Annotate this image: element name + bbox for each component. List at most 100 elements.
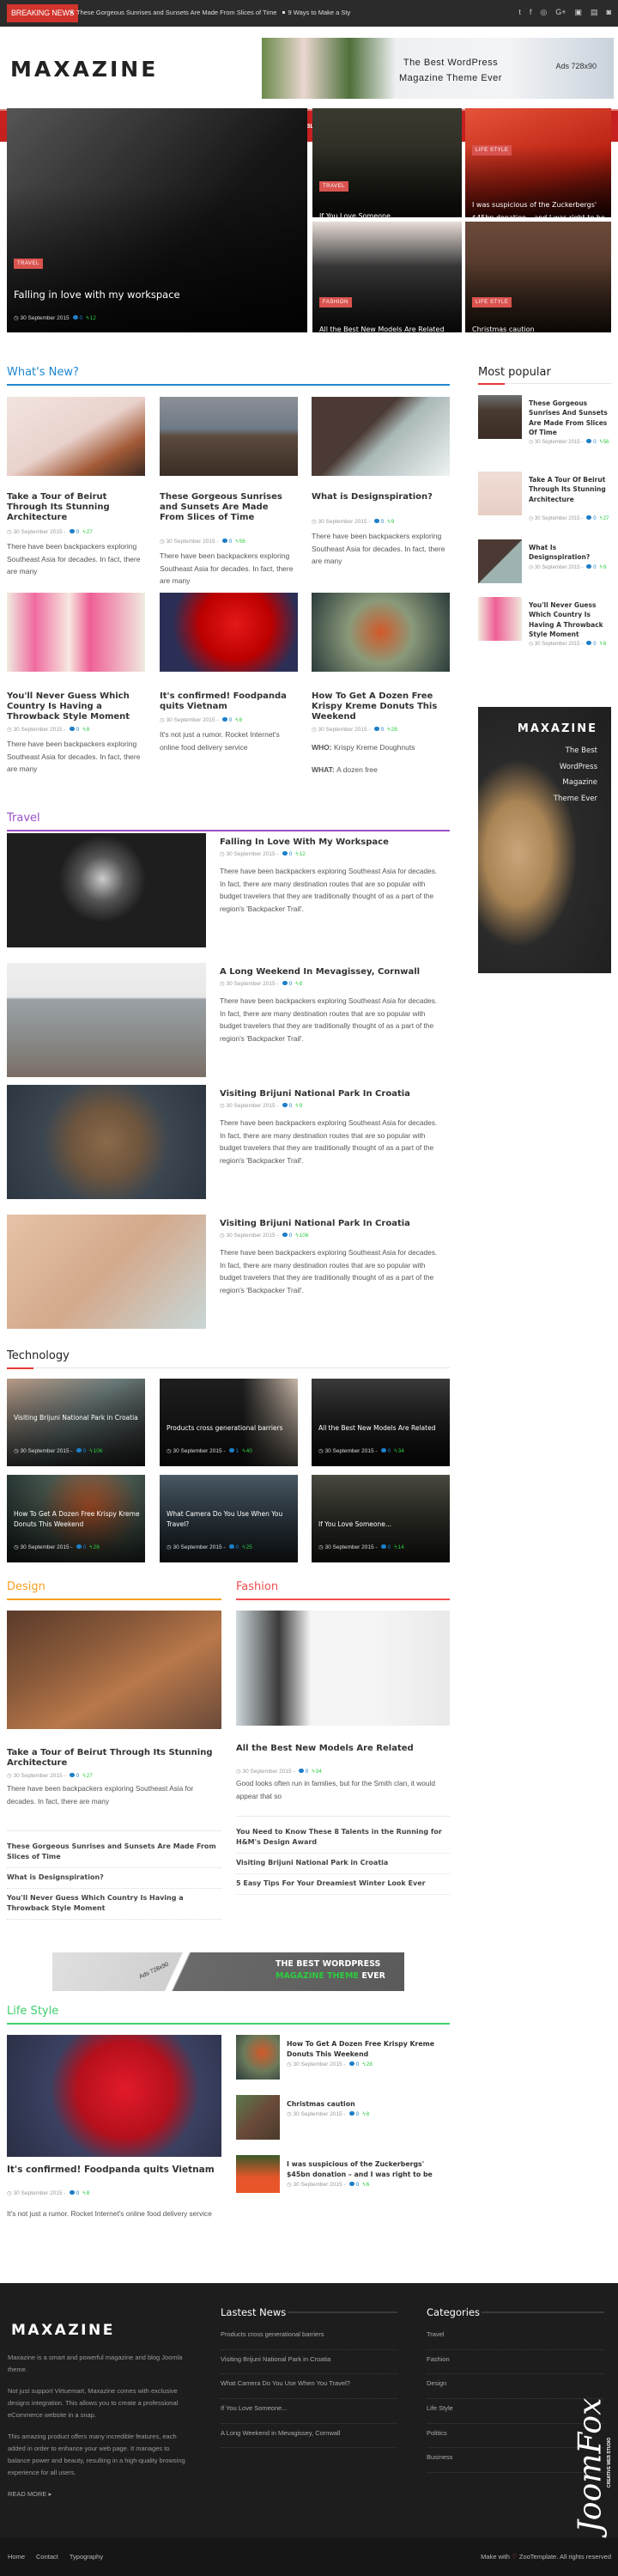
post-title[interactable]: I was suspicious of the Zuckerbergs' $45… <box>287 2159 448 2179</box>
linkedin-icon[interactable]: ▣ <box>575 8 583 17</box>
related-link[interactable]: What is Designspiration? <box>7 1868 221 1889</box>
post-title[interactable]: Christmas caution <box>287 2099 448 2110</box>
facebook-icon[interactable]: f <box>530 8 532 17</box>
category-link[interactable]: Fashion <box>427 2350 604 2375</box>
post-title[interactable]: These Gorgeous Sunrises and Sunsets Are … <box>160 492 295 523</box>
google-plus-icon[interactable]: G+ <box>555 8 566 17</box>
comment-count[interactable]: 0 <box>289 981 293 987</box>
comment-count[interactable]: 0 <box>593 516 596 521</box>
technology-post[interactable]: Visiting Brijuni National Park in Croati… <box>7 1379 145 1466</box>
comment-count[interactable]: 0 <box>83 1544 87 1550</box>
post-thumbnail[interactable] <box>312 593 450 672</box>
post-thumbnail[interactable] <box>236 1611 450 1726</box>
popular-title[interactable]: What Is Designspiration? <box>529 543 608 563</box>
latest-news-link[interactable]: If You Love Someone... <box>221 2399 397 2424</box>
post-thumbnail[interactable] <box>7 833 206 947</box>
post-thumbnail[interactable] <box>160 593 298 672</box>
featured-post[interactable]: TRAVELIf You Love Someone...◷ 30 Septemb… <box>312 108 462 217</box>
footer-link-home[interactable]: Home <box>8 2553 25 2561</box>
post-title[interactable]: How To Get A Dozen Free Krispy Kreme Don… <box>14 1509 142 1529</box>
featured-post[interactable]: FASHION All the Best New Models Are Relat… <box>312 222 462 332</box>
comment-count[interactable]: 0 <box>593 565 596 570</box>
footer-link-typography[interactable]: Typography <box>70 2553 103 2561</box>
popular-title[interactable]: Take A Tour Of Beirut Through Its Stunni… <box>529 475 608 504</box>
related-link[interactable]: These Gorgeous Sunrises and Sunsets Are … <box>7 1837 221 1868</box>
post-title[interactable]: What is Designspiration? <box>312 492 447 502</box>
featured-post[interactable]: LIFE STYLE I was suspicious of the Zucker… <box>465 108 611 217</box>
post-title[interactable]: What Camera Do You Use When You Travel? <box>167 1509 295 1529</box>
category-badge[interactable]: TRAVEL <box>319 181 348 192</box>
comment-count[interactable]: 0 <box>306 1769 309 1775</box>
post-title[interactable]: Products cross generational barriers <box>167 1423 295 1434</box>
category-link[interactable]: Travel <box>427 2325 604 2350</box>
related-link[interactable]: 5 Easy Tips For Your Dreamiest Winter Lo… <box>236 1874 450 1895</box>
category-badge[interactable]: FASHION <box>319 297 352 308</box>
news-ticker[interactable]: These Gorgeous Sunrises and Sunsets Are … <box>67 9 350 16</box>
post-thumbnail[interactable] <box>236 2095 280 2140</box>
post-title[interactable]: Take a Tour of Beirut Through Its Stunni… <box>7 1748 213 1769</box>
comment-count[interactable]: 0 <box>76 2190 80 2196</box>
post-title[interactable]: A Long Weekend In Mevagissey, Cornwall <box>220 967 420 977</box>
related-link[interactable]: You Need to Know These 8 Talents in the … <box>236 1823 450 1854</box>
technology-post[interactable]: If You Love Someone... ◷ 30 September 201… <box>312 1475 450 1562</box>
comment-count[interactable]: 0 <box>76 1773 80 1779</box>
post-thumbnail[interactable] <box>7 397 145 476</box>
post-thumbnail[interactable] <box>7 1611 221 1729</box>
comment-count[interactable]: 0 <box>593 440 596 445</box>
comment-count[interactable]: 0 <box>356 2182 360 2188</box>
post-title[interactable]: All the Best New Models Are Related <box>319 323 457 332</box>
comment-count[interactable]: 0 <box>80 315 83 321</box>
footer-logo[interactable]: MAXAZINE <box>11 2322 115 2339</box>
post-title[interactable]: Falling In Love With My Workspace <box>220 837 389 848</box>
comment-count[interactable]: 0 <box>83 1448 87 1454</box>
comment-count[interactable]: 0 <box>381 727 385 733</box>
read-more-link[interactable]: READ MORE ▸ <box>8 2488 52 2500</box>
post-title[interactable]: How To Get A Dozen Free Krispy Kreme Don… <box>312 691 447 722</box>
latest-news-link[interactable]: Products cross generational barriers <box>221 2325 397 2350</box>
technology-post[interactable]: What Camera Do You Use When You Travel? ◷… <box>160 1475 298 1562</box>
popular-title[interactable]: These Gorgeous Sunrises And Sunsets Are … <box>529 399 608 437</box>
footer-link-contact[interactable]: Contact <box>36 2553 58 2561</box>
post-thumbnail[interactable] <box>7 2035 221 2157</box>
post-title[interactable]: Visiting Brijuni National Park in Croati… <box>14 1413 142 1423</box>
category-badge[interactable]: LIFE STYLE <box>472 297 512 308</box>
post-title[interactable]: How To Get A Dozen Free Krispy Kreme Don… <box>287 2039 448 2059</box>
post-title[interactable]: It's confirmed! Foodpanda quits Vietnam <box>160 691 295 712</box>
site-logo[interactable]: MAXAZINE <box>10 57 158 82</box>
post-thumbnail[interactable] <box>312 397 450 476</box>
post-title[interactable]: All the Best New Models Are Related <box>236 1744 441 1754</box>
sidebar-ad-banner[interactable]: MAXAZINE The Best WordPress Magazine Theme … <box>478 707 611 973</box>
related-link[interactable]: Visiting Brijuni National Park in Croati… <box>236 1854 450 1874</box>
instagram-icon[interactable]: ◙ <box>607 8 611 17</box>
dribbble-icon[interactable]: ◎ <box>540 8 547 17</box>
featured-post[interactable]: TRAVEL Falling in love with my workspace ◷… <box>7 108 307 332</box>
youtube-icon[interactable]: ▤ <box>591 8 598 17</box>
post-thumbnail[interactable] <box>236 2035 280 2080</box>
post-thumbnail[interactable] <box>160 397 298 476</box>
comment-count[interactable]: 0 <box>236 1544 239 1550</box>
post-title[interactable]: All the Best New Models Are Related <box>318 1423 447 1434</box>
post-title[interactable]: Visiting Brijuni National Park In Croati… <box>220 1089 410 1099</box>
comment-count[interactable]: 0 <box>356 2111 360 2117</box>
related-link[interactable]: You'll Never Guess Which Country Is Havi… <box>7 1889 221 1920</box>
popular-thumbnail[interactable] <box>478 395 522 439</box>
comment-count[interactable]: 0 <box>388 1544 391 1550</box>
post-title[interactable]: Visiting Brijuni National Park In Croati… <box>220 1219 410 1229</box>
post-title[interactable]: It's confirmed! Foodpanda quits Vietnam <box>7 2165 221 2175</box>
ticker-item[interactable]: These Gorgeous Sunrises and Sunsets Are … <box>76 9 276 16</box>
post-thumbnail[interactable] <box>7 1085 206 1199</box>
category-badge[interactable]: TRAVEL <box>14 259 43 269</box>
header-ad-banner[interactable]: The Best WordPress Magazine Theme Ever Ad… <box>262 38 614 99</box>
post-title[interactable]: Falling in love with my workspace <box>14 289 302 301</box>
latest-news-link[interactable]: A Long Weekend in Mevagissey, Cornwall <box>221 2424 397 2449</box>
content-ad-banner[interactable]: Ads 728x90 THE BEST WORDPRESS MAGAZINE T… <box>52 1952 404 1991</box>
comment-count[interactable]: 0 <box>356 2061 360 2067</box>
latest-news-link[interactable]: Visiting Brijuni National Park in Croati… <box>221 2350 397 2375</box>
post-title[interactable]: I was suspicious of the Zuckerbergs' $45… <box>472 198 606 217</box>
technology-post[interactable]: All the Best New Models Are Related ◷ 30 … <box>312 1379 450 1466</box>
comment-count[interactable]: 0 <box>76 529 80 535</box>
comment-count[interactable]: 0 <box>76 727 80 733</box>
popular-title[interactable]: You'll Never Guess Which Country Is Havi… <box>529 600 608 639</box>
post-thumbnail[interactable] <box>236 2155 280 2193</box>
comment-count[interactable]: 0 <box>593 642 596 647</box>
